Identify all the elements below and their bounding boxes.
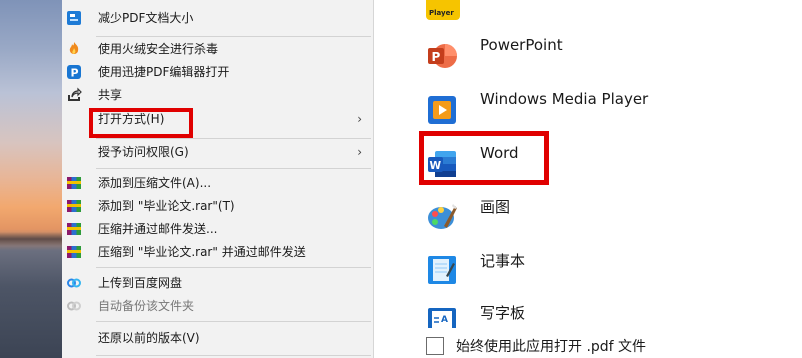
winrar-icon bbox=[66, 175, 82, 191]
menu-item-label: 自动备份该文件夹 bbox=[98, 299, 195, 313]
svg-text:P: P bbox=[432, 50, 441, 64]
menu-item-upload-baidu[interactable]: 上传到百度网盘 bbox=[62, 272, 374, 294]
menu-item-share[interactable]: 共享 bbox=[62, 84, 374, 106]
app-option-powerpoint[interactable]: P PowerPoint bbox=[420, 36, 780, 76]
app-name: Windows Media Player bbox=[480, 90, 649, 108]
menu-separator bbox=[96, 138, 371, 139]
notepad-icon bbox=[426, 254, 458, 286]
highlight-box-open-with bbox=[89, 108, 193, 138]
menu-item-label: 减少PDF文档大小 bbox=[98, 11, 194, 25]
menu-separator bbox=[96, 267, 371, 268]
menu-item-auto-backup[interactable]: 自动备份该文件夹 bbox=[62, 295, 374, 317]
menu-item-open-xunjie-pdf[interactable]: P 使用迅捷PDF编辑器打开 bbox=[62, 61, 374, 83]
winrar-icon bbox=[66, 198, 82, 214]
winrar-icon bbox=[66, 244, 82, 260]
svg-text:P: P bbox=[71, 67, 79, 80]
chevron-right-icon: › bbox=[357, 112, 362, 126]
menu-item-compress-rar-and-email[interactable]: 压缩到 "毕业论文.rar" 并通过邮件发送 bbox=[62, 241, 374, 263]
context-menu: 减少PDF文档大小 使用火绒安全进行杀毒 P 使用迅捷PDF编辑器打开 共享 打… bbox=[62, 0, 374, 358]
chevron-right-icon: › bbox=[357, 145, 362, 159]
windows-media-player-icon bbox=[426, 94, 458, 126]
menu-item-label: 压缩并通过邮件发送... bbox=[98, 222, 218, 236]
menu-item-label: 共享 bbox=[98, 88, 123, 102]
menu-item-compress-and-email[interactable]: 压缩并通过邮件发送... bbox=[62, 218, 374, 240]
svg-text:A: A bbox=[441, 315, 448, 325]
app-name: 写字板 bbox=[480, 304, 526, 322]
menu-item-restore-versions[interactable]: 还原以前的版本(V) bbox=[62, 327, 374, 349]
partial-app-icon-label: Player bbox=[429, 9, 454, 17]
menu-item-reduce-pdf-size[interactable]: 减少PDF文档大小 bbox=[62, 7, 374, 29]
paint-icon bbox=[426, 200, 458, 232]
menu-item-label: 使用火绒安全进行杀毒 bbox=[98, 42, 219, 56]
powerpoint-icon: P bbox=[426, 40, 458, 72]
app-name: 画图 bbox=[480, 198, 511, 216]
app-name: 记事本 bbox=[480, 252, 526, 270]
pdf-compress-icon bbox=[66, 10, 82, 26]
partial-app-icon[interactable]: Player bbox=[426, 0, 460, 20]
menu-item-label: 压缩到 "毕业论文.rar" 并通过邮件发送 bbox=[98, 245, 306, 259]
always-use-label: 始终使用此应用打开 .pdf 文件 bbox=[456, 339, 647, 355]
menu-item-add-to-archive[interactable]: 添加到压缩文件(A)... bbox=[62, 172, 374, 194]
desktop-wallpaper bbox=[0, 0, 62, 358]
share-icon bbox=[66, 87, 82, 103]
menu-item-label: 添加到 "毕业论文.rar"(T) bbox=[98, 199, 235, 213]
highlight-box-word bbox=[419, 131, 549, 185]
menu-separator bbox=[96, 321, 371, 322]
baidu-cloud-icon bbox=[66, 275, 82, 291]
app-option-windows-media-player[interactable]: Windows Media Player bbox=[420, 90, 780, 130]
menu-separator bbox=[96, 168, 371, 169]
menu-item-label: 授予访问权限(G) bbox=[98, 145, 189, 159]
menu-item-label: 还原以前的版本(V) bbox=[98, 331, 200, 345]
menu-item-label: 使用迅捷PDF编辑器打开 bbox=[98, 65, 230, 79]
menu-item-huorong-scan[interactable]: 使用火绒安全进行杀毒 bbox=[62, 38, 374, 60]
always-use-checkbox[interactable] bbox=[426, 337, 444, 355]
app-name: PowerPoint bbox=[480, 36, 563, 54]
wordpad-icon: A bbox=[426, 306, 458, 328]
menu-item-grant-access[interactable]: 授予访问权限(G) › bbox=[62, 141, 374, 163]
xunjie-pdf-icon: P bbox=[66, 64, 82, 80]
menu-item-label: 添加到压缩文件(A)... bbox=[98, 176, 212, 190]
huorong-shield-icon bbox=[66, 41, 82, 57]
menu-separator bbox=[96, 355, 371, 356]
baidu-cloud-gray-icon bbox=[66, 298, 82, 314]
app-option-notepad[interactable]: 记事本 bbox=[420, 250, 780, 290]
menu-item-label: 上传到百度网盘 bbox=[98, 276, 183, 290]
app-option-paint[interactable]: 画图 bbox=[420, 196, 780, 236]
winrar-icon bbox=[66, 221, 82, 237]
menu-separator bbox=[96, 36, 371, 37]
menu-item-add-to-rar[interactable]: 添加到 "毕业论文.rar"(T) bbox=[62, 195, 374, 217]
